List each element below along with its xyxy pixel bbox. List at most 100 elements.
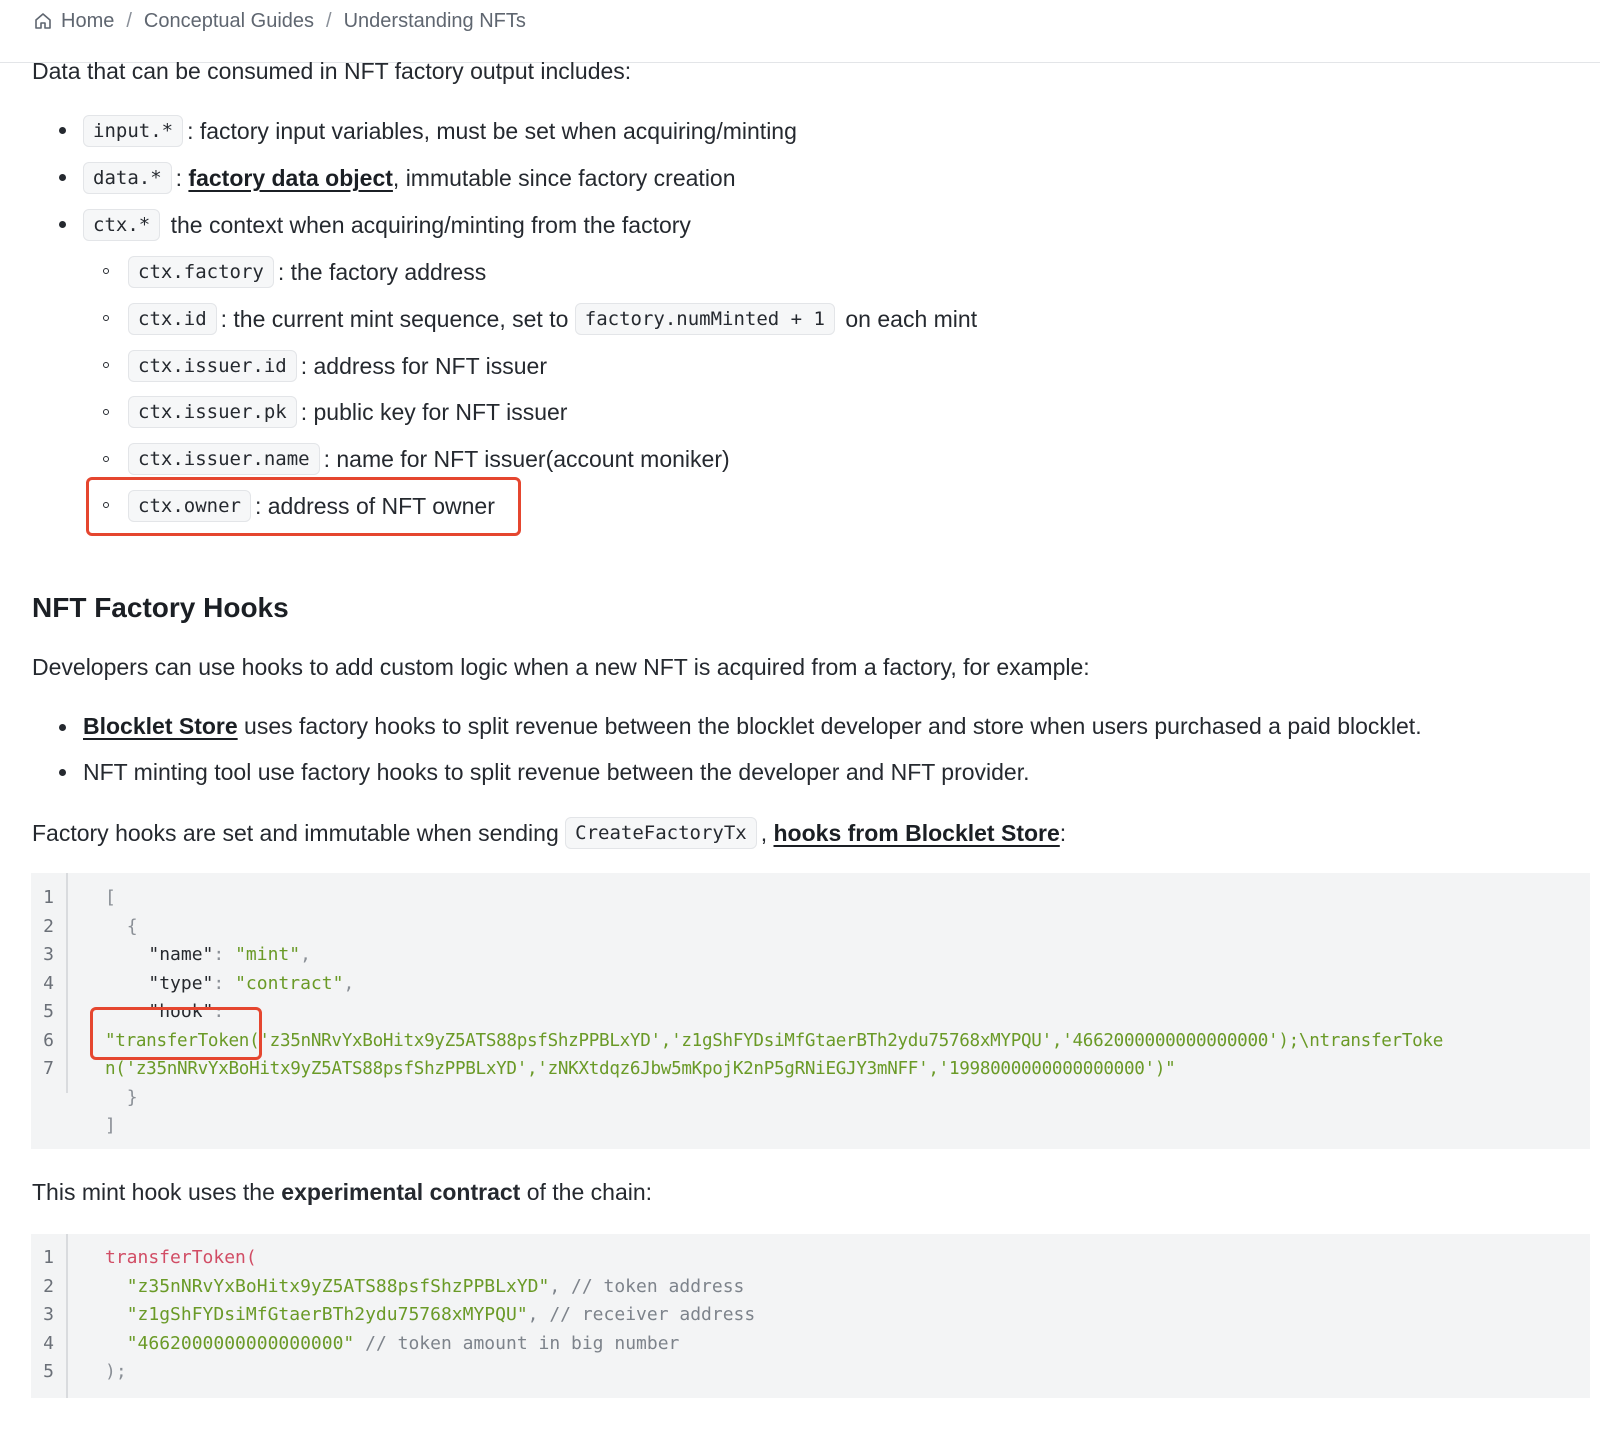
code-line: } xyxy=(105,1084,1443,1113)
hooks-description: Developers can use hooks to add custom l… xyxy=(32,654,1090,680)
paragraph-text: , xyxy=(760,820,774,846)
ctx-item-id: ctx.id : the current mint sequence, set … xyxy=(128,303,977,335)
list-item-ctx: ctx.* the context when acquiring/minting… xyxy=(83,209,691,241)
sub-bullet xyxy=(103,502,109,508)
list-item-text: : factory input variables, must be set w… xyxy=(187,118,797,144)
sub-bullet xyxy=(103,456,109,462)
code-lines: transferToken( "z35nNRvYxBoHitx9yZ5ATS88… xyxy=(105,1244,755,1387)
highlight-box-transfer-token xyxy=(90,1007,262,1060)
inline-code: ctx.owner xyxy=(128,490,251,522)
code-line: "name": "mint", xyxy=(105,941,1443,970)
code-token: "type" xyxy=(148,972,214,994)
code-function: transferToken( xyxy=(105,1247,257,1268)
breadcrumb-separator: / xyxy=(126,9,132,32)
breadcrumb: Home / Conceptual Guides / Understanding… xyxy=(33,8,526,34)
line-number: 2 xyxy=(43,915,54,937)
code-token: "name" xyxy=(148,944,214,965)
blocklet-store-link[interactable]: Blocklet Store xyxy=(83,711,238,741)
code-line: ] xyxy=(105,1112,1443,1141)
list-item-text: : the factory address xyxy=(277,259,487,285)
code-token: , xyxy=(300,944,311,965)
inline-code: ctx.issuer.id xyxy=(128,350,297,382)
line-number: 5 xyxy=(43,1361,54,1382)
bullet xyxy=(59,127,66,134)
code-string: "contract" xyxy=(235,972,344,994)
code-token: : xyxy=(213,972,236,994)
breadcrumb-home[interactable]: Home xyxy=(61,10,114,33)
line-number: 6 xyxy=(43,1029,54,1051)
code-line: { xyxy=(105,913,1443,942)
line-numbers: 1 2 3 4 5 6 7 xyxy=(24,884,54,1084)
list-item-text: : public key for NFT issuer xyxy=(300,399,568,425)
code-line: "hook": xyxy=(105,998,1443,1027)
inline-code: ctx.issuer.pk xyxy=(128,396,297,428)
ctx-item-issuer-pk: ctx.issuer.pk : public key for NFT issue… xyxy=(128,396,567,428)
bullet xyxy=(59,174,66,181)
ctx-item-factory: ctx.factory : the factory address xyxy=(128,256,486,288)
hooks-set-text: Factory hooks are set and immutable when… xyxy=(32,817,1066,849)
code-line: "z1gShFYDsiMfGtaerBTh2ydu75768xMYPQU", /… xyxy=(105,1301,756,1330)
paragraph-text: Factory hooks are set and immutable when… xyxy=(32,820,566,846)
home-icon[interactable] xyxy=(33,11,53,31)
list-item-text: : the current mint sequence, set to xyxy=(220,306,575,332)
ctx-item-issuer-id: ctx.issuer.id : address for NFT issuer xyxy=(128,350,547,382)
ctx-item-owner: ctx.owner : address of NFT owner xyxy=(128,490,495,522)
list-item-text: uses factory hooks to split revenue betw… xyxy=(237,713,1422,739)
inline-code: data.* xyxy=(83,162,172,194)
line-number: 3 xyxy=(43,944,54,965)
line-number: 2 xyxy=(43,1275,54,1297)
bullet xyxy=(59,724,66,731)
line-number: 4 xyxy=(43,972,54,994)
line-number: 1 xyxy=(43,1247,54,1268)
factory-data-object-link[interactable]: factory data object xyxy=(188,163,393,193)
breadcrumb-understanding-nfts[interactable]: Understanding NFTs xyxy=(344,10,526,33)
paragraph-text: of the chain: xyxy=(520,1179,653,1205)
code-line: ); xyxy=(105,1358,755,1387)
sub-bullet xyxy=(103,362,109,368)
sub-bullet xyxy=(103,409,109,415)
code-string: "4662000000000000000" xyxy=(126,1332,355,1354)
code-line: transferToken( xyxy=(105,1244,755,1273)
bullet xyxy=(59,769,66,776)
code-token: : xyxy=(213,944,236,965)
ctx-item-issuer-name: ctx.issuer.name : name for NFT issuer(ac… xyxy=(128,443,730,475)
code-token: ); xyxy=(105,1361,127,1382)
list-item-text: : xyxy=(175,165,189,191)
list-item-text: : address of NFT owner xyxy=(254,493,495,519)
sub-bullet xyxy=(103,268,109,274)
list-item-text: on each mint xyxy=(839,306,978,332)
list-item-input: input.* : factory input variables, must … xyxy=(83,115,797,147)
inline-code: CreateFactoryTx xyxy=(565,817,757,849)
hooks-from-blocklet-store-link[interactable]: hooks from Blocklet Store xyxy=(774,818,1060,848)
experimental-contract-text: experimental contract xyxy=(281,1179,521,1205)
hooks-item-minting-tool: NFT minting tool use factory hooks to sp… xyxy=(83,759,1030,785)
inline-code: input.* xyxy=(83,115,184,147)
code-comment: , // token address xyxy=(549,1275,745,1297)
section-heading-hooks: NFT Factory Hooks xyxy=(32,592,289,623)
breadcrumb-separator: / xyxy=(326,9,332,32)
inline-code: ctx.factory xyxy=(128,256,274,288)
code-token: [ xyxy=(105,887,116,908)
inline-code: ctx.issuer.name xyxy=(128,443,320,475)
mint-hook-text: This mint hook uses the experimental con… xyxy=(32,1177,652,1207)
line-number: 3 xyxy=(43,1304,54,1325)
code-line: "type": "contract", xyxy=(105,970,1443,999)
line-number: 7 xyxy=(43,1058,54,1079)
list-item-text: : address for NFT issuer xyxy=(300,353,547,379)
inline-code: ctx.* xyxy=(83,209,161,241)
list-item-text: : name for NFT issuer(account moniker) xyxy=(323,446,730,472)
code-string: "z35nNRvYxBoHitx9yZ5ATS88psfShzPPBLxYD" xyxy=(126,1275,550,1297)
paragraph-text: This mint hook uses the xyxy=(32,1179,282,1205)
breadcrumb-conceptual-guides[interactable]: Conceptual Guides xyxy=(144,10,314,33)
code-token: , xyxy=(343,972,355,994)
code-comment: // token amount in big number xyxy=(354,1332,680,1354)
code-line: [ xyxy=(105,884,1443,913)
list-item-text: the context when acquiring/minting from … xyxy=(164,212,691,238)
code-string: "z1gShFYDsiMfGtaerBTh2ydu75768xMYPQU" xyxy=(126,1304,528,1325)
code-token: ] xyxy=(105,1115,116,1136)
line-number: 5 xyxy=(43,1001,54,1022)
line-numbers: 1 2 3 4 5 xyxy=(24,1244,54,1387)
code-line: "4662000000000000000" // token amount in… xyxy=(105,1330,755,1359)
code-token: { xyxy=(126,915,138,937)
hooks-item-blocklet-store: Blocklet Store uses factory hooks to spl… xyxy=(83,711,1422,741)
